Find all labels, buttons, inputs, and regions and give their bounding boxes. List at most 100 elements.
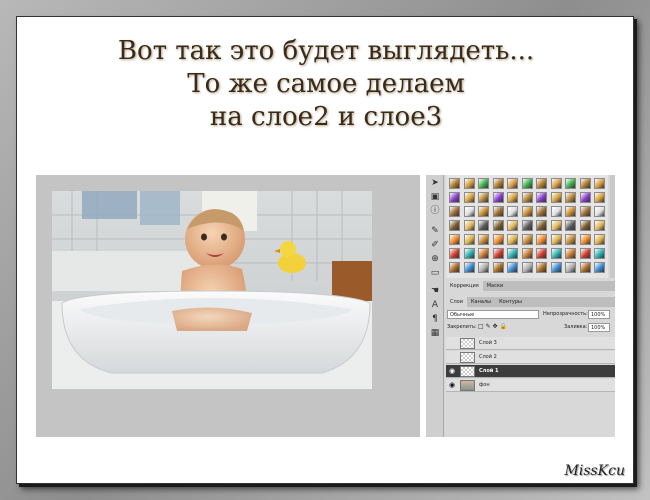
style-swatch[interactable] <box>521 206 533 217</box>
style-swatch[interactable] <box>463 220 475 231</box>
style-swatch[interactable] <box>521 262 533 273</box>
style-swatch[interactable] <box>521 192 533 203</box>
style-swatch[interactable] <box>478 262 489 273</box>
tab-channels[interactable]: Каналы <box>467 297 495 307</box>
style-swatch[interactable] <box>550 234 562 245</box>
style-swatch[interactable] <box>521 178 533 189</box>
style-swatch[interactable] <box>521 234 533 245</box>
style-swatch[interactable] <box>492 178 504 189</box>
style-swatch[interactable] <box>594 206 605 217</box>
style-swatch[interactable] <box>478 206 489 217</box>
blend-mode-select[interactable]: Обычные <box>447 310 539 319</box>
style-swatch[interactable] <box>463 234 475 245</box>
style-swatch[interactable] <box>565 178 576 189</box>
style-swatch[interactable] <box>492 192 504 203</box>
style-swatch[interactable] <box>478 234 489 245</box>
style-swatch[interactable] <box>463 262 475 273</box>
style-swatch[interactable] <box>478 192 489 203</box>
style-swatch[interactable] <box>550 178 562 189</box>
style-swatch[interactable] <box>594 220 605 231</box>
style-swatch[interactable] <box>565 234 576 245</box>
style-swatch[interactable] <box>594 248 605 259</box>
style-swatch[interactable] <box>565 248 576 259</box>
style-swatch[interactable] <box>449 206 460 217</box>
style-swatch[interactable] <box>463 192 475 203</box>
eraser-icon[interactable]: ▭ <box>429 267 441 279</box>
image-icon[interactable]: ▣ <box>429 191 441 203</box>
visibility-toggle[interactable] <box>448 339 456 347</box>
visibility-toggle[interactable] <box>448 353 456 361</box>
opacity-field[interactable]: 100% <box>588 310 610 319</box>
tab-paths[interactable]: Контуры <box>495 297 526 307</box>
style-swatch[interactable] <box>463 248 475 259</box>
style-swatch[interactable] <box>463 206 475 217</box>
style-swatch[interactable] <box>579 178 591 189</box>
eye-icon[interactable]: ◉ <box>448 367 456 375</box>
style-swatch[interactable] <box>507 178 518 189</box>
style-swatch[interactable] <box>579 234 591 245</box>
style-swatch[interactable] <box>507 262 518 273</box>
style-swatch[interactable] <box>492 234 504 245</box>
style-swatch[interactable] <box>536 206 547 217</box>
style-swatch[interactable] <box>536 192 547 203</box>
style-swatch[interactable] <box>507 234 518 245</box>
brush-icon[interactable]: ✎ <box>429 225 441 237</box>
style-swatch[interactable] <box>449 220 460 231</box>
style-swatch[interactable] <box>550 248 562 259</box>
style-swatch[interactable] <box>478 248 489 259</box>
grid-icon[interactable]: ▦ <box>429 327 441 339</box>
styles-scrollbar[interactable] <box>610 175 615 278</box>
style-swatch[interactable] <box>536 220 547 231</box>
style-swatch[interactable] <box>594 262 605 273</box>
tab-adjustments[interactable]: Коррекция <box>446 281 483 291</box>
style-swatch[interactable] <box>507 220 518 231</box>
style-swatch[interactable] <box>579 192 591 203</box>
style-swatch[interactable] <box>594 192 605 203</box>
fill-field[interactable]: 100% <box>588 323 610 332</box>
hand-icon[interactable]: ☚ <box>429 285 441 297</box>
style-swatch[interactable] <box>565 262 576 273</box>
style-swatch[interactable] <box>449 248 460 259</box>
style-swatch[interactable] <box>536 234 547 245</box>
arrow-icon[interactable]: ➤ <box>429 177 441 189</box>
style-swatch[interactable] <box>594 178 605 189</box>
style-swatch[interactable] <box>478 178 489 189</box>
style-swatch[interactable] <box>521 220 533 231</box>
style-swatch[interactable] <box>579 248 591 259</box>
style-swatch[interactable] <box>478 220 489 231</box>
tab-layers[interactable]: Слои <box>446 297 467 307</box>
style-swatch[interactable] <box>507 206 518 217</box>
style-swatch[interactable] <box>492 262 504 273</box>
style-swatch[interactable] <box>507 248 518 259</box>
type-icon[interactable]: A <box>429 299 441 311</box>
style-swatch[interactable] <box>565 220 576 231</box>
style-swatch[interactable] <box>449 178 460 189</box>
style-swatch[interactable] <box>550 206 562 217</box>
style-swatch[interactable] <box>492 248 504 259</box>
style-swatch[interactable] <box>550 220 562 231</box>
ruler-icon[interactable]: ¶ <box>429 313 441 325</box>
style-swatch[interactable] <box>565 192 576 203</box>
style-swatch[interactable] <box>449 234 460 245</box>
eye-icon[interactable]: ◉ <box>448 381 456 389</box>
tab-masks[interactable]: Маски <box>483 281 507 291</box>
info-icon[interactable]: ⓘ <box>429 205 441 217</box>
style-swatch[interactable] <box>579 262 591 273</box>
style-swatch[interactable] <box>536 248 547 259</box>
pencil-icon[interactable]: ✐ <box>429 239 441 251</box>
layer-row-3[interactable]: Слой 3 <box>446 337 615 350</box>
lock-icons[interactable]: □ ✎ ✥ 🔒 <box>478 323 507 330</box>
layer-row-1[interactable]: ◉ Слой 1 <box>446 365 615 378</box>
style-swatch[interactable] <box>463 178 475 189</box>
layer-row-background[interactable]: ◉ фон <box>446 379 615 392</box>
style-swatch[interactable] <box>492 206 504 217</box>
style-swatch[interactable] <box>594 234 605 245</box>
style-swatch[interactable] <box>579 220 591 231</box>
style-swatch[interactable] <box>492 220 504 231</box>
style-swatch[interactable] <box>536 178 547 189</box>
style-swatch[interactable] <box>521 248 533 259</box>
style-swatch[interactable] <box>507 192 518 203</box>
stamp-icon[interactable]: ⊕ <box>429 253 441 265</box>
layer-row-2[interactable]: Слой 2 <box>446 351 615 364</box>
style-swatch[interactable] <box>550 192 562 203</box>
